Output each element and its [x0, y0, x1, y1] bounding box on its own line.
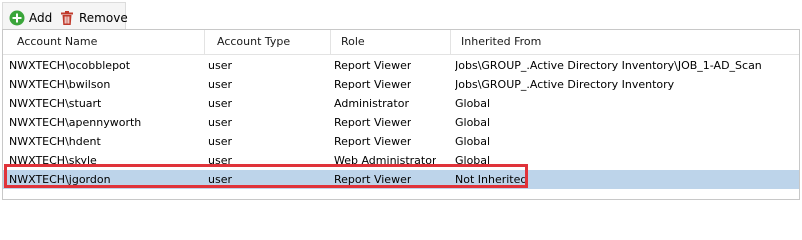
table-row-selected[interactable]: NWXTECH\jgordon user Report Viewer Not I… — [3, 170, 799, 189]
table-row[interactable]: NWXTECH\bwilson user Report Viewer Jobs\… — [3, 75, 799, 94]
account-name-cell: NWXTECH\ocobblepot — [9, 59, 131, 72]
account-type-cell: user — [208, 116, 232, 129]
column-header-role[interactable]: Role — [331, 30, 451, 54]
role-cell: Administrator — [334, 97, 409, 110]
role-cell: Report Viewer — [334, 173, 412, 186]
trash-icon — [59, 10, 75, 26]
role-cell: Report Viewer — [334, 135, 412, 148]
add-label: Add — [29, 11, 53, 25]
account-type-cell: user — [208, 78, 232, 91]
table-row[interactable]: NWXTECH\skyle user Web Administrator Glo… — [3, 151, 799, 170]
table-row[interactable]: NWXTECH\hdent user Report Viewer Global — [3, 132, 799, 151]
table-row[interactable]: NWXTECH\stuart user Administrator Global — [3, 94, 799, 113]
role-cell: Web Administrator — [334, 154, 437, 167]
inherited-from-cell: Not Inherited — [455, 173, 528, 186]
account-name-cell: NWXTECH\jgordon — [9, 173, 111, 186]
inherited-from-cell: Global — [455, 116, 491, 129]
role-cell: Report Viewer — [334, 59, 412, 72]
account-type-cell: user — [208, 59, 232, 72]
account-name-cell: NWXTECH\bwilson — [9, 78, 111, 91]
account-name-cell: NWXTECH\apennyworth — [9, 116, 142, 129]
account-type-cell: user — [208, 97, 232, 110]
inherited-from-cell: Global — [455, 97, 491, 110]
inherited-from-cell: Global — [455, 154, 491, 167]
permissions-grid: Account Name Account Type Role Inherited… — [2, 29, 800, 200]
plus-circle-icon — [9, 10, 25, 26]
table-row[interactable]: NWXTECH\apennyworth user Report Viewer G… — [3, 113, 799, 132]
inherited-from-cell: Global — [455, 135, 491, 148]
table-row[interactable]: NWXTECH\ocobblepot user Report Viewer Jo… — [3, 56, 799, 75]
inherited-from-cell: Jobs\GROUP_.Active Directory Inventory\J… — [455, 59, 762, 72]
table-header: Account Name Account Type Role Inherited… — [3, 30, 799, 55]
account-type-cell: user — [208, 154, 232, 167]
add-button[interactable]: Add — [9, 9, 52, 27]
remove-button[interactable]: Remove — [59, 9, 128, 27]
column-header-account-name[interactable]: Account Name — [3, 30, 205, 54]
column-header-inherited-from[interactable]: Inherited From — [451, 30, 799, 54]
account-name-cell: NWXTECH\stuart — [9, 97, 102, 110]
toolbar: Add Remove — [2, 2, 128, 30]
account-type-cell: user — [208, 135, 232, 148]
account-name-cell: NWXTECH\hdent — [9, 135, 101, 148]
role-cell: Report Viewer — [334, 78, 412, 91]
account-type-cell: user — [208, 173, 232, 186]
role-cell: Report Viewer — [334, 116, 412, 129]
inherited-from-cell: Jobs\GROUP_.Active Directory Inventory — [455, 78, 675, 91]
column-header-account-type[interactable]: Account Type — [205, 30, 331, 54]
account-name-cell: NWXTECH\skyle — [9, 154, 97, 167]
remove-label: Remove — [79, 11, 128, 25]
